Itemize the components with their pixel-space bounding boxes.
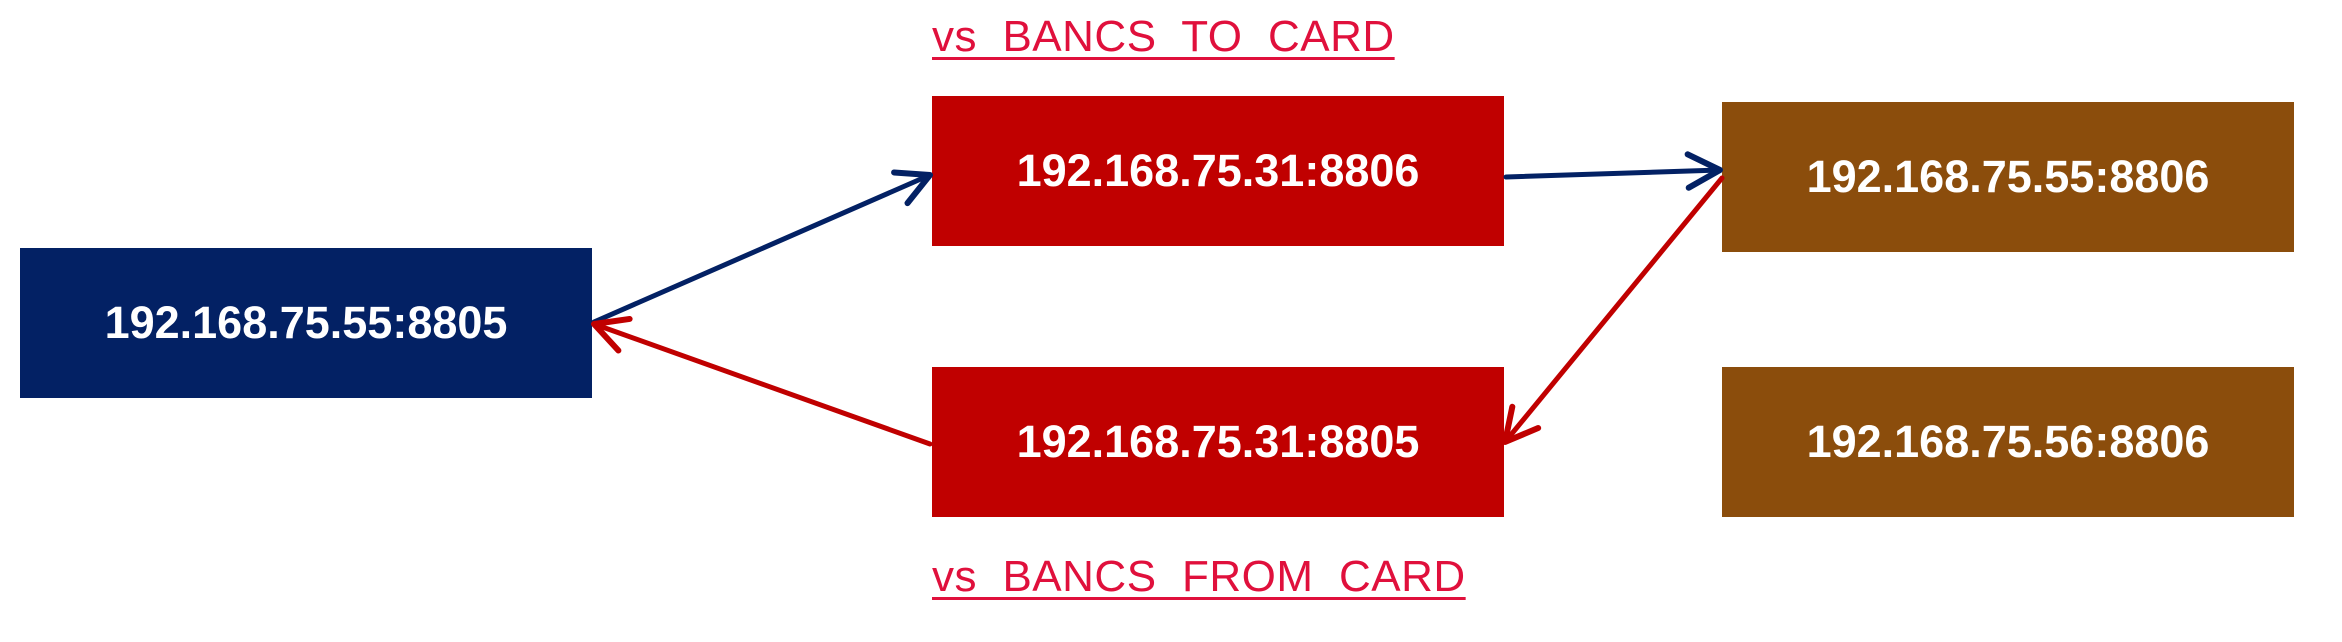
node-dest-55-8806: 192.168.75.55:8806 [1722, 102, 2294, 252]
node-from-card-8805: 192.168.75.31:8805 [932, 367, 1504, 517]
node-to-card-8806: 192.168.75.31:8806 [932, 96, 1504, 246]
arrow-source-to-to_card [591, 169, 933, 325]
arrow-dest_55-to-from_card [1502, 175, 1725, 445]
label-bancs-from-card: vs BANCS FROM CARD [932, 552, 1466, 601]
arrow-to_card-to-dest_55 [1503, 151, 1723, 191]
node-source-8805: 192.168.75.55:8805 [20, 248, 592, 398]
label-bancs-to-card: vs BANCS TO CARD [932, 12, 1395, 61]
node-dest-56-8806: 192.168.75.56:8806 [1722, 367, 2294, 517]
arrow-from_card-to-source [591, 315, 933, 447]
